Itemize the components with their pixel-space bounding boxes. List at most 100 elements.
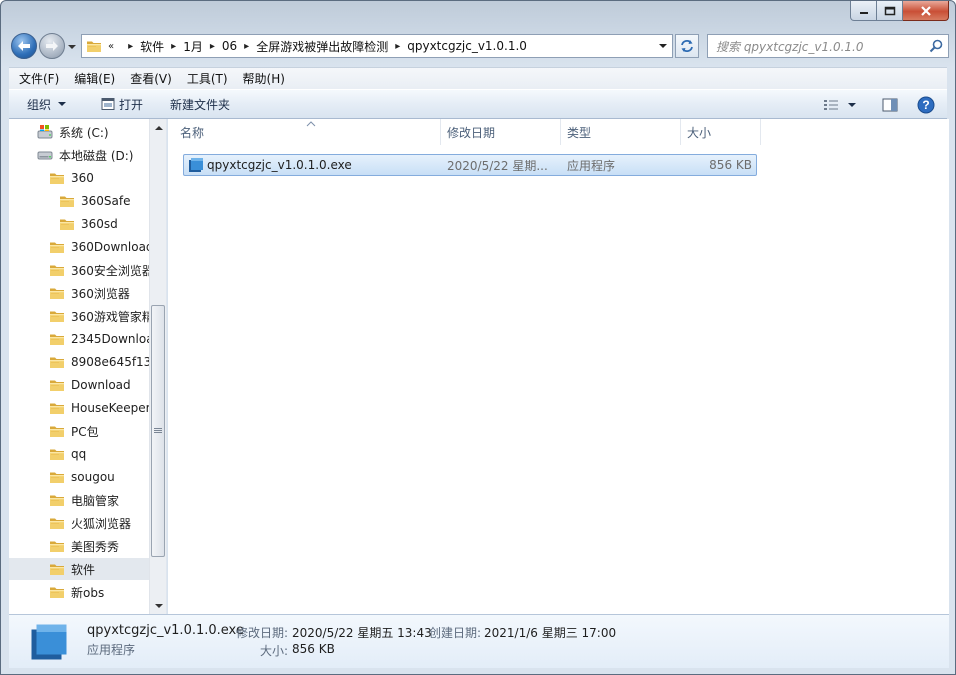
tree-item[interactable]: 新obs bbox=[9, 581, 149, 603]
menu-item[interactable]: 帮助(H) bbox=[233, 68, 290, 89]
file-modified: 2020/5/22 星期... bbox=[447, 158, 548, 173]
tree-item[interactable]: PC包 bbox=[9, 420, 149, 442]
breadcrumb-separator-icon[interactable]: ▸ bbox=[121, 41, 140, 52]
tree-item[interactable]: 2345Downloads bbox=[9, 328, 149, 350]
tree-item[interactable]: 360Downloads bbox=[9, 236, 149, 258]
tree-item[interactable]: sougou bbox=[9, 466, 149, 488]
folder-icon bbox=[49, 239, 65, 255]
history-marker[interactable]: « bbox=[102, 41, 121, 52]
chevron-down-icon bbox=[659, 44, 667, 48]
scroll-up-button[interactable] bbox=[150, 119, 166, 136]
tree-item[interactable]: 本地磁盘 (D:) bbox=[9, 144, 149, 166]
sort-ascending-icon bbox=[306, 121, 316, 127]
tree-item-label: 本地磁盘 (D:) bbox=[59, 148, 134, 163]
tree-item[interactable]: 360浏览器 bbox=[9, 282, 149, 304]
close-button[interactable] bbox=[903, 1, 949, 21]
breadcrumb-item[interactable]: 06 bbox=[222, 39, 237, 53]
tree-item[interactable]: 360Safe bbox=[9, 190, 149, 212]
tree-item[interactable]: HouseKeeper bbox=[9, 397, 149, 419]
organize-button[interactable]: 组织 bbox=[27, 93, 71, 115]
breadcrumb-item[interactable]: 软件 bbox=[140, 38, 164, 55]
menu-item[interactable]: 查看(V) bbox=[120, 68, 177, 89]
details-modified-label: 修改日期: bbox=[236, 626, 289, 640]
breadcrumb: ▸ 软件 ▸ 1月 ▸ 06 ▸ 全屏游戏被弹出故障检测 ▸ qpyxtcgzjc_v1.0.1.… bbox=[121, 35, 527, 57]
address-bar[interactable]: « ▸ 软件 ▸ 1月 ▸ 06 ▸ 全屏游戏被弹出故障检测 ▸ qpyxtcgzjc_v1.0.… bbox=[81, 34, 673, 58]
breadcrumb-item[interactable]: 全屏游戏被弹出故障检测 bbox=[256, 38, 388, 55]
file-size: 856 KB bbox=[709, 158, 752, 172]
column-size[interactable]: 大小 bbox=[681, 119, 761, 145]
minimize-button[interactable] bbox=[850, 1, 877, 21]
maximize-button[interactable] bbox=[877, 1, 903, 21]
nav-scrollbar[interactable] bbox=[149, 119, 166, 614]
tree-item[interactable]: qq bbox=[9, 443, 149, 465]
tree-item[interactable]: 360 bbox=[9, 167, 149, 189]
address-dropdown-button[interactable] bbox=[654, 35, 672, 57]
breadcrumb-item[interactable]: 1月 bbox=[183, 38, 203, 55]
column-type[interactable]: 类型 bbox=[561, 119, 681, 145]
menu-item[interactable]: 工具(T) bbox=[177, 68, 233, 89]
folder-icon bbox=[49, 308, 65, 324]
tree-item[interactable]: 360sd bbox=[9, 213, 149, 235]
file-type: 应用程序 bbox=[567, 158, 616, 173]
forward-button[interactable] bbox=[39, 33, 65, 59]
tree-item[interactable]: 火狐浏览器 bbox=[9, 512, 149, 534]
arrow-left-icon bbox=[18, 41, 30, 51]
folder-icon bbox=[49, 354, 65, 370]
refresh-icon bbox=[681, 40, 693, 52]
back-button[interactable] bbox=[11, 33, 37, 59]
new-folder-button[interactable]: 新建文件夹 bbox=[170, 93, 230, 115]
refresh-button[interactable] bbox=[675, 34, 699, 58]
svg-text:?: ? bbox=[922, 98, 929, 112]
menu-item[interactable]: 编辑(E) bbox=[64, 68, 120, 89]
breadcrumb-item[interactable]: qpyxtcgzjc_v1.0.1.0 bbox=[407, 39, 527, 53]
breadcrumb-separator-icon[interactable]: ▸ bbox=[237, 41, 256, 52]
folder-icon bbox=[59, 193, 75, 209]
search-icon[interactable] bbox=[929, 39, 943, 53]
preview-pane-button[interactable] bbox=[877, 90, 903, 120]
open-label: 打开 bbox=[119, 97, 144, 112]
chevron-down-icon bbox=[58, 102, 67, 106]
tree-item-label: Download bbox=[71, 378, 131, 392]
column-name-label: 名称 bbox=[180, 125, 205, 140]
breadcrumb-separator-icon[interactable]: ▸ bbox=[388, 41, 407, 52]
tree-item[interactable]: 系统 (C:) bbox=[9, 121, 149, 143]
tree-item-label: qq bbox=[71, 447, 87, 461]
scroll-down-button[interactable] bbox=[150, 597, 166, 614]
breadcrumb-separator-icon[interactable]: ▸ bbox=[203, 41, 222, 52]
chevron-down-icon bbox=[848, 103, 856, 107]
column-type-label: 类型 bbox=[567, 125, 592, 140]
folder-icon bbox=[49, 446, 65, 462]
tree-item-label: 火狐浏览器 bbox=[71, 516, 132, 531]
tree-item[interactable]: 360游戏管家精 bbox=[9, 305, 149, 327]
menu-item[interactable]: 文件(F) bbox=[9, 68, 64, 89]
file-row[interactable]: qpyxtcgzjc_v1.0.1.0.exe 2020/5/22 星期... … bbox=[183, 154, 757, 176]
details-filename: qpyxtcgzjc_v1.0.1.0.exe bbox=[87, 623, 244, 638]
breadcrumb-separator-icon[interactable]: ▸ bbox=[164, 41, 183, 52]
column-header: 名称 修改日期 类型 大小 bbox=[168, 119, 949, 145]
help-button[interactable]: ? bbox=[913, 90, 939, 120]
tree-item[interactable]: 8908e645f138 bbox=[9, 351, 149, 373]
details-size-label: 大小: bbox=[260, 644, 289, 658]
close-icon bbox=[920, 5, 931, 16]
column-modified[interactable]: 修改日期 bbox=[441, 119, 561, 145]
folder-icon bbox=[49, 538, 65, 554]
view-options-button[interactable] bbox=[819, 90, 861, 120]
tree-item[interactable]: 电脑管家 bbox=[9, 489, 149, 511]
tree-item[interactable]: 软件 bbox=[9, 558, 149, 580]
recent-pages-button[interactable] bbox=[67, 41, 77, 51]
scroll-thumb[interactable] bbox=[151, 305, 165, 557]
folder-icon bbox=[49, 331, 65, 347]
column-size-label: 大小 bbox=[687, 125, 712, 140]
app-icon bbox=[29, 622, 69, 662]
drive-icon bbox=[37, 124, 53, 140]
minimize-icon bbox=[859, 11, 868, 14]
tree-item-label: 新obs bbox=[71, 585, 105, 600]
tree-item-label: 360Downloads bbox=[71, 240, 149, 254]
search-input[interactable]: 搜索 qpyxtcgzjc_v1.0.1.0 bbox=[707, 34, 949, 58]
open-button[interactable]: 打开 bbox=[101, 93, 143, 115]
folder-icon bbox=[49, 262, 65, 278]
tree-item-label: 8908e645f138 bbox=[71, 355, 149, 369]
tree-item[interactable]: Download bbox=[9, 374, 149, 396]
tree-item[interactable]: 美图秀秀 bbox=[9, 535, 149, 557]
tree-item[interactable]: 360安全浏览器 bbox=[9, 259, 149, 281]
